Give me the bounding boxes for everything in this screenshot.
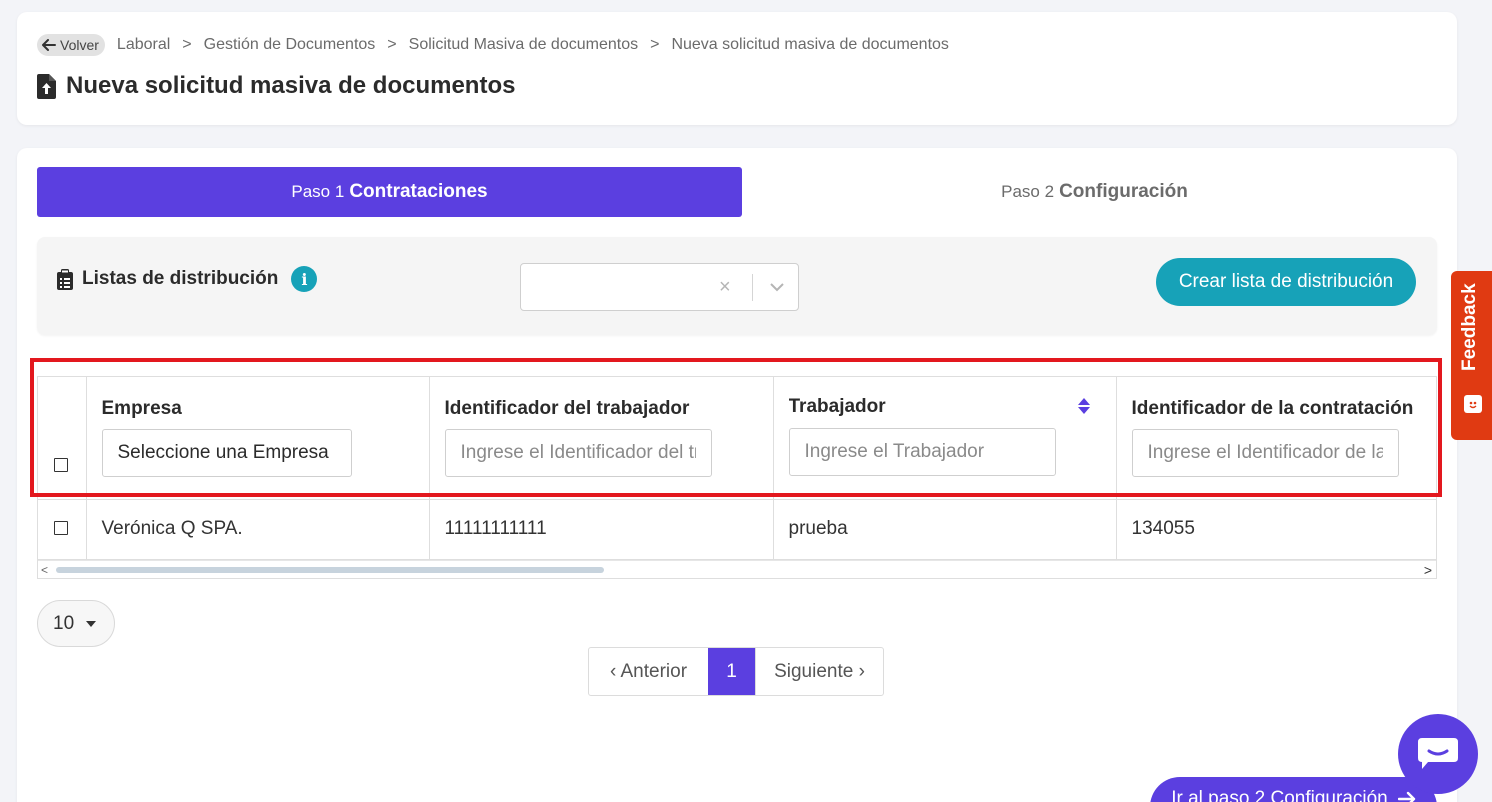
tab-step-2[interactable]: Paso 2 Configuración	[742, 167, 1447, 217]
cell-trabajador: prueba	[773, 499, 1117, 560]
step-2-prefix: Paso 2	[1001, 182, 1055, 201]
breadcrumb-separator: >	[387, 36, 397, 53]
distribution-label: Listas de distribución i	[57, 266, 318, 292]
scroll-left-icon[interactable]: <	[41, 563, 48, 577]
arrow-right-icon	[1397, 791, 1415, 802]
clipboard-list-icon	[57, 268, 73, 290]
breadcrumb: Volver Laboral > Gestión de Documentos >…	[37, 34, 949, 56]
create-distribution-list-button[interactable]: Crear lista de distribución	[1156, 258, 1416, 306]
horizontal-scrollbar[interactable]: < >	[38, 560, 1436, 578]
select-all-checkbox[interactable]	[54, 458, 68, 472]
chevron-down-icon[interactable]	[767, 273, 787, 301]
scroll-right-icon[interactable]: >	[1424, 562, 1432, 578]
breadcrumb-item-current: Nueva solicitud masiva de documentos	[671, 36, 949, 53]
row-checkbox[interactable]	[54, 520, 68, 535]
feedback-label: Feedback	[1459, 283, 1480, 371]
column-id-trabajador: Identificador del trabajador	[429, 377, 774, 500]
column-empresa: Empresa Seleccione una Empresa	[86, 377, 430, 500]
id-contratacion-filter-input[interactable]	[1131, 429, 1399, 477]
column-trabajador: Trabajador	[773, 377, 1117, 500]
breadcrumb-item-laboral[interactable]: Laboral	[117, 36, 170, 54]
breadcrumb-separator: >	[650, 36, 660, 53]
chat-icon	[1418, 738, 1458, 769]
step-2-label: Configuración	[1059, 181, 1188, 202]
pagination: ‹ Anterior 1 Siguiente ›	[588, 647, 884, 696]
page-title-text: Nueva solicitud masiva de documentos	[66, 72, 516, 99]
back-button-label: Volver	[60, 37, 99, 53]
chat-button[interactable]	[1398, 714, 1478, 794]
sort-icon[interactable]	[1077, 397, 1091, 415]
distribution-list-select[interactable]: ×	[520, 263, 799, 311]
page-size-dropdown[interactable]: 10	[37, 600, 115, 647]
header-card: Volver Laboral > Gestión de Documentos >…	[17, 12, 1457, 125]
distribution-panel: Listas de distribución i × Crear lista d…	[37, 237, 1437, 335]
feedback-tab[interactable]: Feedback	[1451, 271, 1492, 440]
id-trabajador-filter-input[interactable]	[444, 429, 712, 477]
empresa-filter-select[interactable]: Seleccione una Empresa	[101, 429, 352, 477]
select-divider	[752, 274, 753, 301]
back-button[interactable]: Volver	[37, 34, 105, 56]
main-card: Paso 1 Contrataciones Paso 2 Configuraci…	[17, 148, 1457, 802]
table-header-row: Empresa Seleccione una Empresa Identific…	[38, 377, 1436, 500]
cell-id-contratacion: 134055	[1116, 499, 1436, 560]
column-header-trabajador: Trabajador	[788, 396, 886, 417]
breadcrumb-separator: >	[182, 36, 192, 53]
cell-id-trabajador: 11111111111	[429, 499, 774, 560]
select-all-cell	[38, 377, 87, 500]
pagination-prev[interactable]: ‹ Anterior	[589, 648, 708, 695]
page-size-value: 10	[53, 612, 75, 634]
step-1-label: Contrataciones	[349, 181, 488, 202]
info-icon[interactable]: i	[291, 266, 318, 292]
go-to-step-2-label: Ir al paso 2 Configuración	[1171, 788, 1388, 802]
page-title: Nueva solicitud masiva de documentos	[37, 72, 515, 100]
caret-down-icon	[86, 620, 97, 627]
arrow-left-icon	[42, 39, 56, 51]
breadcrumb-item-solicitud-masiva[interactable]: Solicitud Masiva de documentos	[409, 36, 638, 54]
breadcrumb-item-gestion[interactable]: Gestión de Documentos	[204, 36, 376, 54]
table-row: Verónica Q SPA. 11111111111 prueba 13405…	[38, 499, 1436, 560]
column-header-empresa: Empresa	[101, 398, 182, 419]
pagination-next[interactable]: Siguiente ›	[755, 648, 883, 695]
feedback-icon	[1464, 395, 1482, 413]
cell-empresa: Verónica Q SPA.	[86, 499, 430, 560]
column-id-contratacion: Identificador de la contratación	[1116, 377, 1436, 500]
contracts-table: Empresa Seleccione una Empresa Identific…	[37, 376, 1437, 579]
file-upload-icon	[37, 73, 56, 99]
pagination-page-1[interactable]: 1	[708, 648, 755, 695]
distribution-label-text: Listas de distribución	[82, 268, 279, 289]
go-to-step-2-button[interactable]: Ir al paso 2 Configuración	[1150, 777, 1437, 802]
column-header-id-contratacion: Identificador de la contratación	[1131, 398, 1414, 419]
column-header-id-trabajador: Identificador del trabajador	[444, 398, 690, 419]
tab-step-1[interactable]: Paso 1 Contrataciones	[37, 167, 742, 217]
clear-icon[interactable]: ×	[719, 276, 731, 299]
trabajador-filter-input[interactable]	[788, 428, 1056, 476]
step-1-prefix: Paso 1	[291, 182, 345, 201]
scrollbar-thumb[interactable]	[56, 567, 604, 573]
row-select-cell	[38, 499, 87, 560]
